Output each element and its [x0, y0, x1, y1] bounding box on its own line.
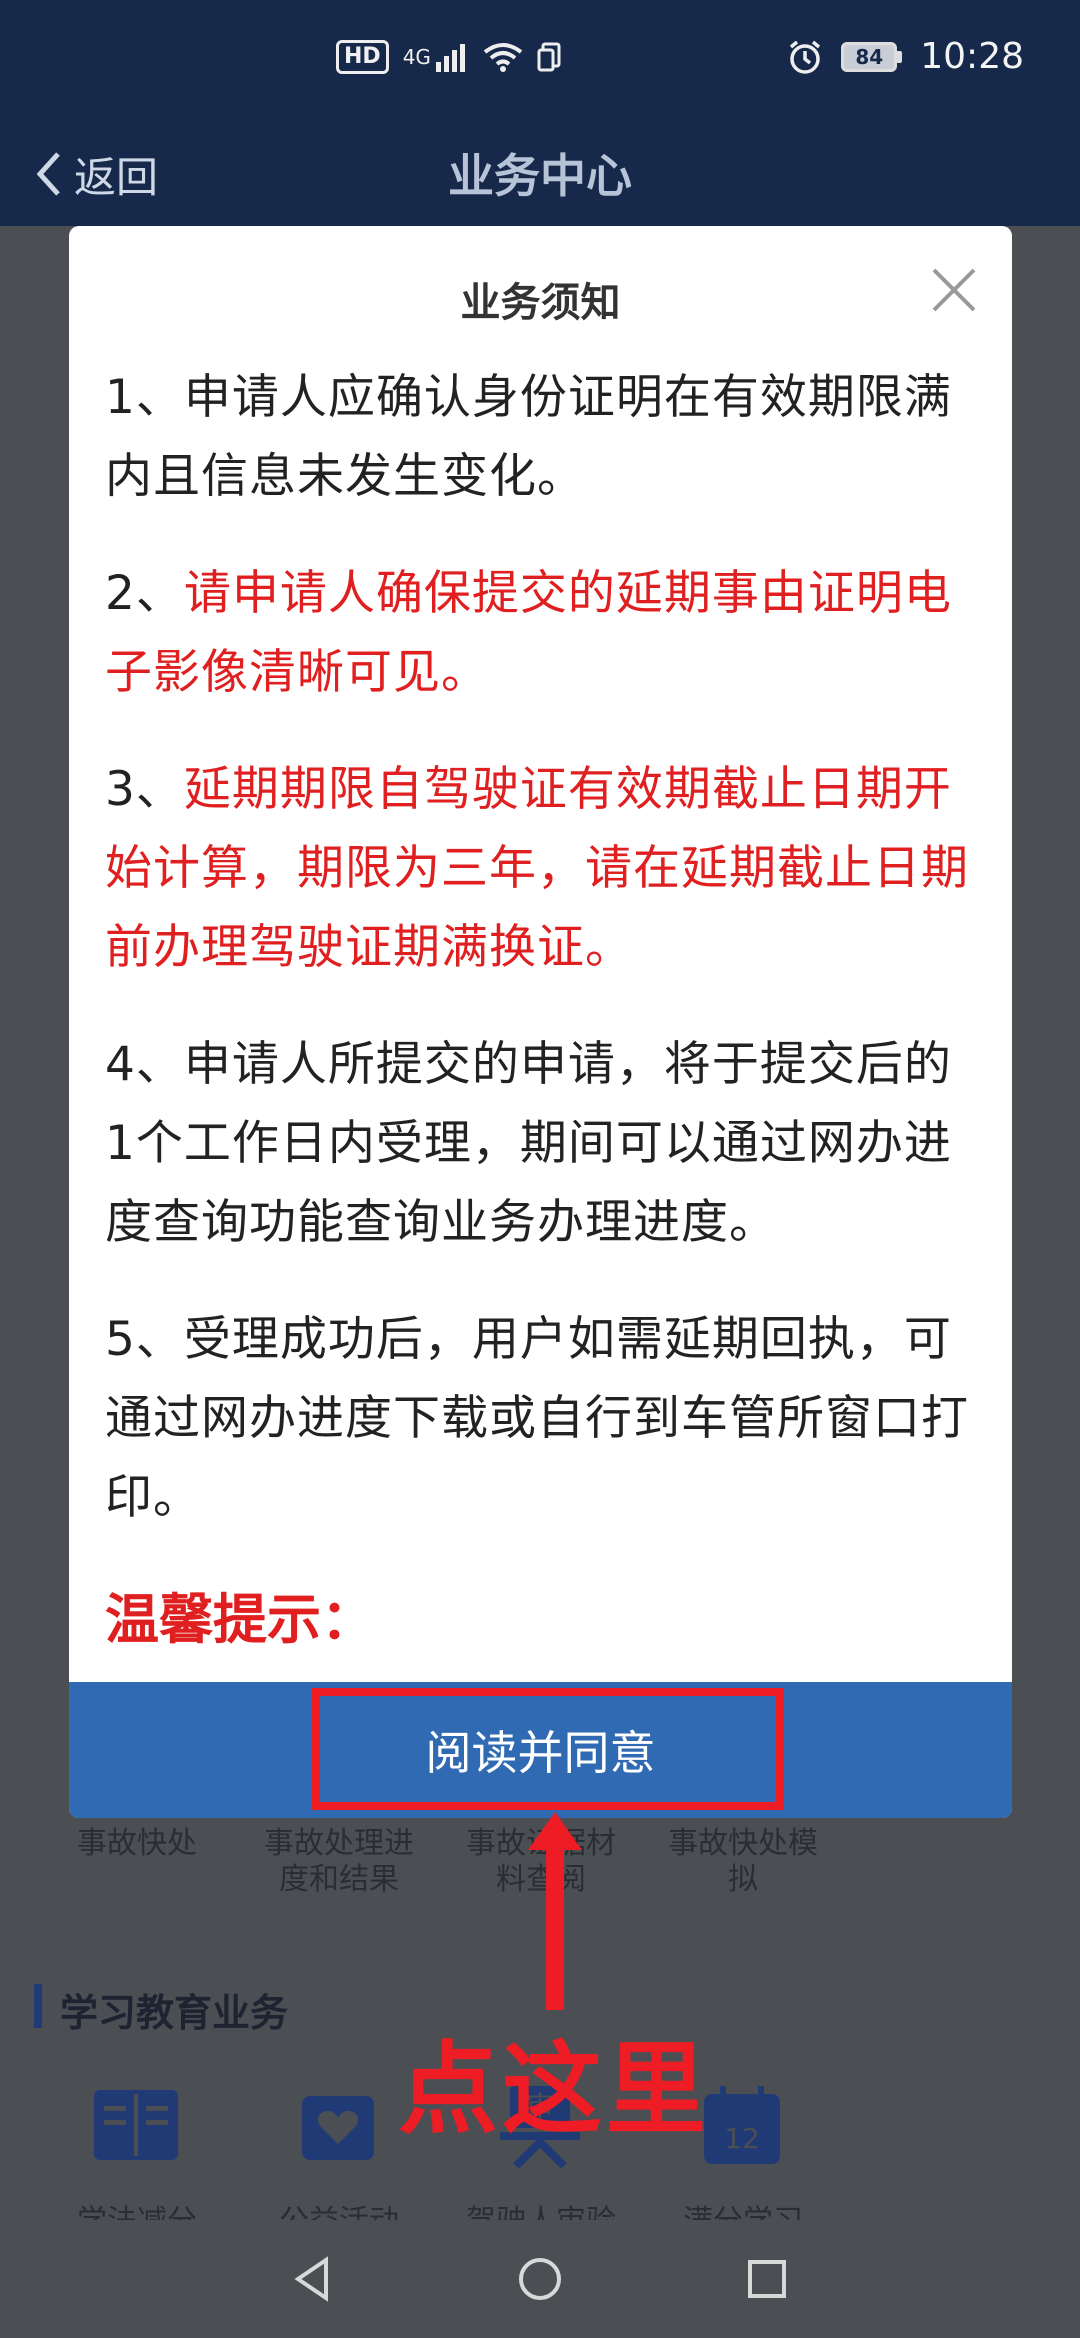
notice-item-3: 3、延期期限自驾驶证有效期截止日期开始计算，期限为三年，请在延期截止日期前办理驾… — [105, 750, 976, 987]
page-title: 业务中心 — [448, 149, 632, 203]
bg-accident-item-4[interactable]: 事故快处模拟 — [658, 1826, 828, 1898]
notice-item-2-text: 请申请人确保提交的延期事由证明电子影像清晰可见。 — [105, 566, 952, 700]
clock: 10:28 — [920, 36, 1024, 77]
annotation-arrow-up-icon — [528, 1812, 582, 2010]
notice-item-4: 4、申请人所提交的申请，将于提交后的1个工作日内受理，期间可以通过网办进度查询功… — [105, 1037, 952, 1250]
wifi-icon — [483, 43, 523, 72]
battery-indicator: 84 — [841, 41, 903, 72]
network-type-label: 4G — [402, 45, 431, 69]
nav-back-icon[interactable] — [288, 2254, 338, 2304]
bg-accident-item-1[interactable]: 事故快处 — [52, 1826, 222, 1862]
notice-item-5: 5、受理成功后，用户如需延期回执，可通过网办进度下载或自行到车管所窗口打印。 — [105, 1312, 969, 1525]
hd-badge: HD — [336, 40, 389, 74]
nav-home-icon[interactable] — [515, 2254, 565, 2304]
notice-dialog: 业务须知 1、申请人应确认身份证明在有效期限满内且信息未发生变化。 2、请申请人… — [69, 226, 1012, 1818]
section-marker — [34, 1984, 42, 2028]
app-header: 返回 业务中心 — [0, 130, 1080, 226]
annotation-highlight-box — [312, 1688, 784, 1810]
signal-icon — [435, 44, 465, 72]
bg-accident-item-2[interactable]: 事故处理进度和结果 — [254, 1826, 424, 1898]
dialog-title: 业务须知 — [460, 280, 621, 326]
close-icon[interactable] — [926, 262, 982, 318]
alarm-icon — [790, 40, 821, 74]
nav-recents-icon[interactable] — [742, 2254, 792, 2304]
notice-item-2-number: 2、 — [105, 566, 184, 621]
book-icon — [94, 2090, 178, 2160]
sim-icon — [537, 42, 561, 72]
dialog-body: 1、申请人应确认身份证明在有效期限满内且信息未发生变化。 2、请申请人确保提交的… — [105, 358, 976, 1654]
notice-item-2: 2、请申请人确保提交的延期事由证明电子影像清晰可见。 — [105, 554, 976, 712]
notice-item-1: 1、申请人应确认身份证明在有效期限满内且信息未发生变化。 — [105, 370, 952, 504]
study-section-title: 学习教育业务 — [60, 1991, 289, 2035]
tip-label: 温馨提示： — [105, 1588, 375, 1651]
annotation-caption: 点这里 — [398, 2031, 710, 2148]
score-icon-number: 12 — [724, 2122, 760, 2155]
notice-item-3-number: 3、 — [105, 762, 184, 817]
status-right-group: 84 10:28 — [787, 36, 1024, 77]
status-left-group: HD 4G — [336, 40, 563, 74]
charity-heart-icon — [302, 2096, 374, 2160]
notice-item-3-text: 延期期限自驾驶证有效期截止日期开始计算，期限为三年，请在延期截止日期前办理驾驶证… — [105, 762, 969, 975]
battery-tip — [897, 50, 903, 63]
battery-level: 84 — [841, 41, 898, 72]
status-bar: HD 4G 84 10:28 — [0, 0, 1080, 130]
system-nav-bar — [0, 2220, 1080, 2338]
